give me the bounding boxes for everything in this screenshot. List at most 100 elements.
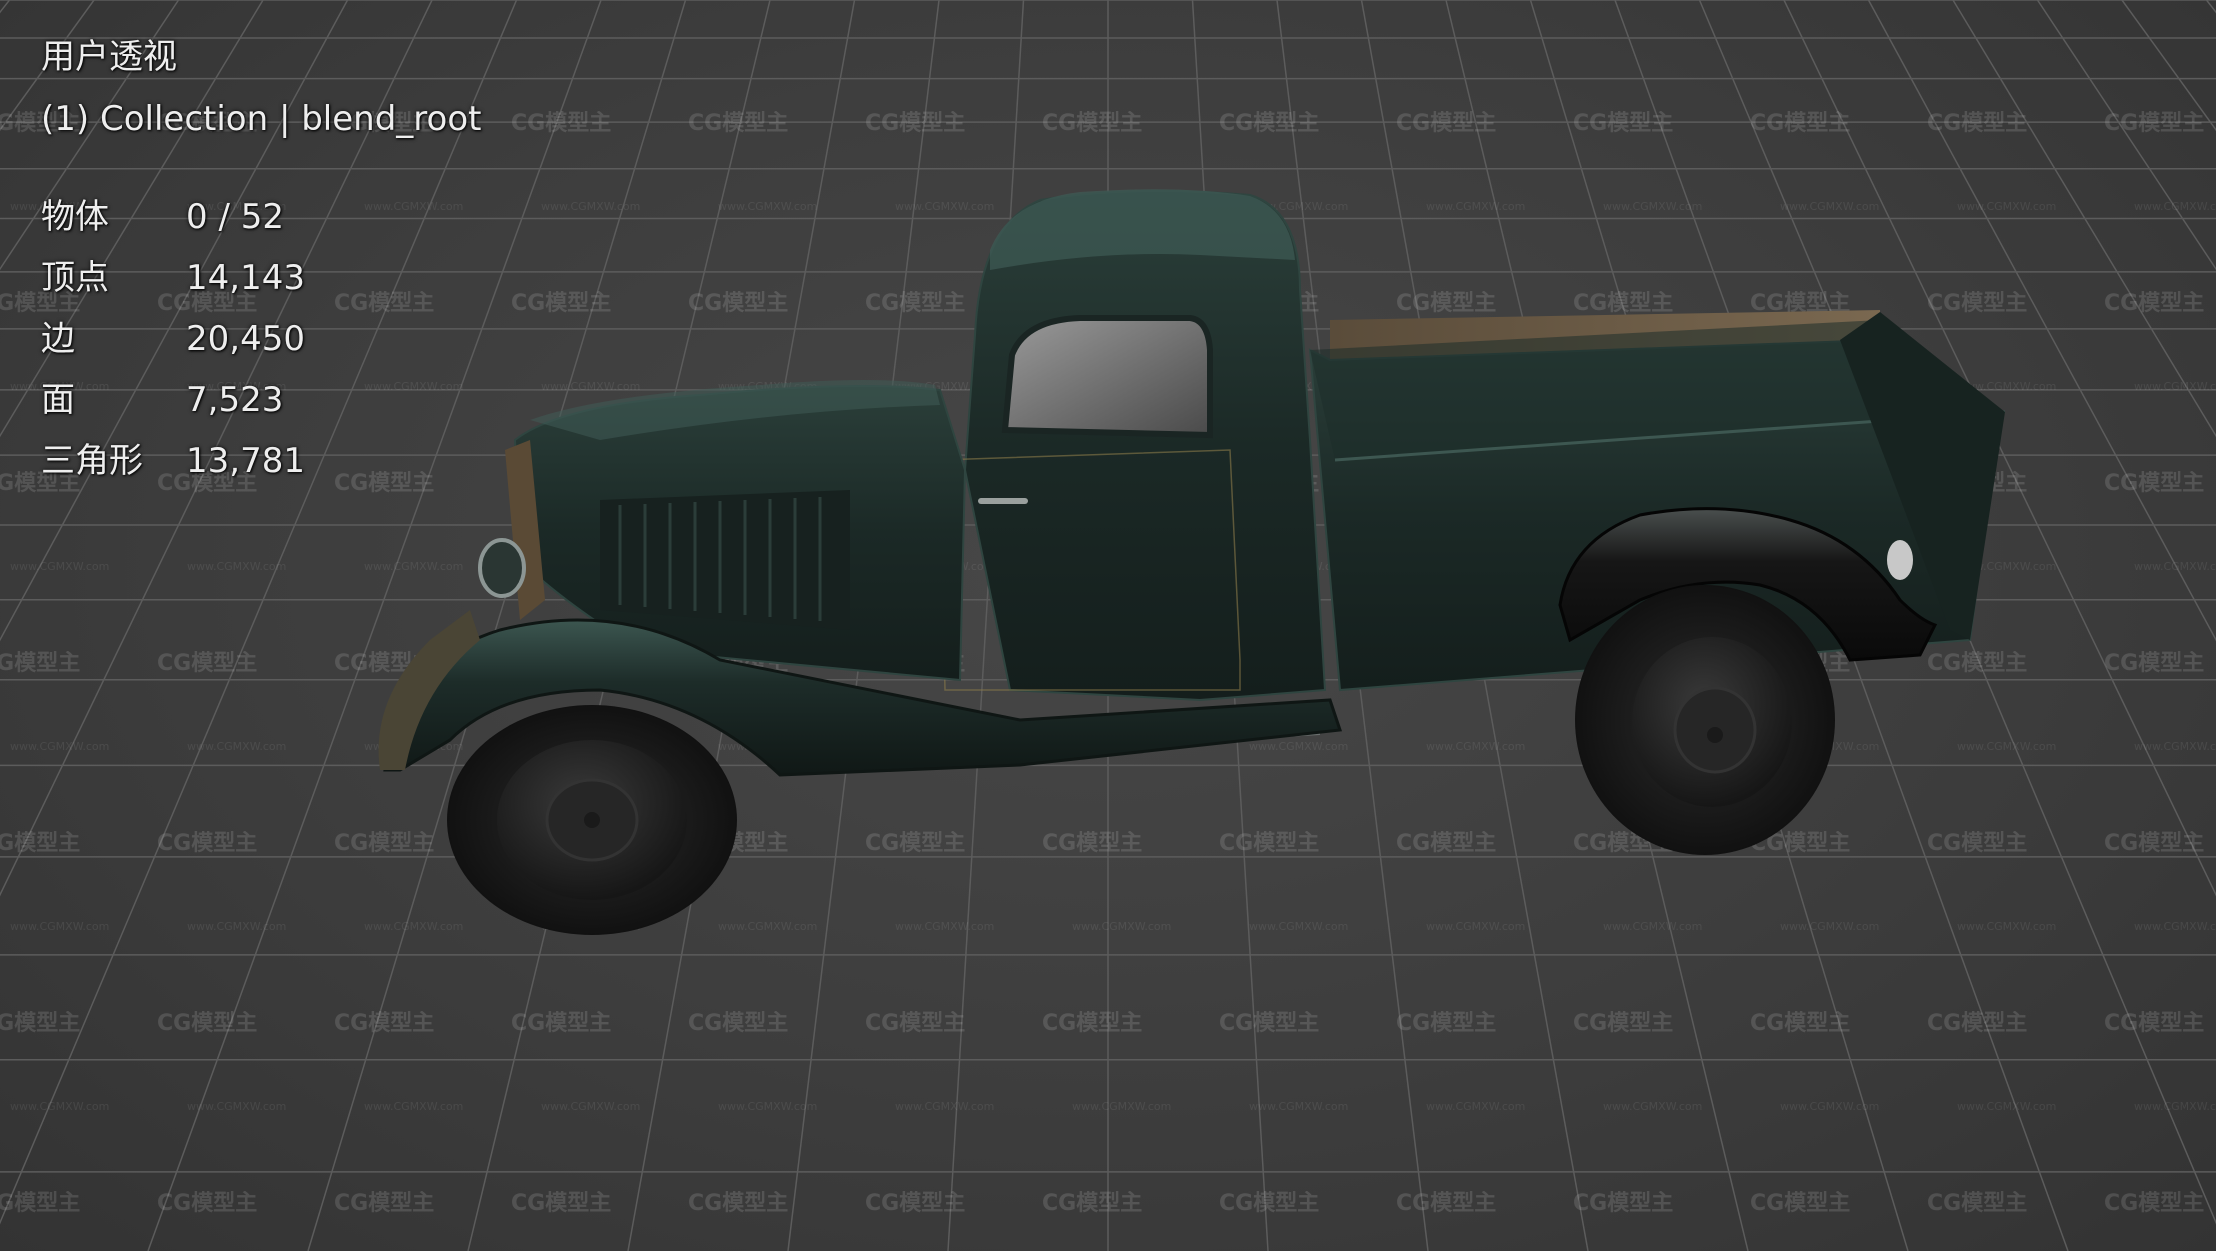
- svg-text:CG模型主: CG模型主: [688, 291, 788, 316]
- svg-text:www.CGMXW.com: www.CGMXW.com: [1249, 740, 1348, 753]
- svg-text:CG模型主: CG模型主: [865, 1011, 965, 1036]
- svg-text:www.CGMXW.com: www.CGMXW.com: [2134, 740, 2216, 753]
- svg-text:www.CGMXW.com: www.CGMXW.com: [718, 1100, 817, 1113]
- stat-value: 14,143: [186, 258, 305, 298]
- svg-text:CG模型主: CG模型主: [1927, 111, 2027, 136]
- svg-text:www.CGMXW.com: www.CGMXW.com: [1780, 920, 1879, 933]
- svg-text:www.CGMXW.com: www.CGMXW.com: [1957, 1100, 2056, 1113]
- svg-text:CG模型主: CG模型主: [0, 1191, 80, 1216]
- svg-text:www.CGMXW.com: www.CGMXW.com: [187, 1100, 286, 1113]
- svg-text:CG模型主: CG模型主: [1396, 111, 1496, 136]
- svg-text:CG模型主: CG模型主: [1573, 1191, 1673, 1216]
- svg-text:www.CGMXW.com: www.CGMXW.com: [718, 200, 817, 213]
- svg-text:CG模型主: CG模型主: [1396, 831, 1496, 856]
- svg-text:CG模型主: CG模型主: [1219, 1191, 1319, 1216]
- svg-text:www.CGMXW.com: www.CGMXW.com: [364, 560, 463, 573]
- svg-text:www.CGMXW.com: www.CGMXW.com: [895, 200, 994, 213]
- stat-label: 物体: [41, 197, 109, 237]
- svg-text:CG模型主: CG模型主: [1396, 291, 1496, 316]
- svg-text:www.CGMXW.com: www.CGMXW.com: [1780, 1100, 1879, 1113]
- svg-text:www.CGMXW.com: www.CGMXW.com: [1426, 1100, 1525, 1113]
- svg-text:CG模型主: CG模型主: [511, 1191, 611, 1216]
- svg-text:CG模型主: CG模型主: [1573, 111, 1673, 136]
- svg-text:www.CGMXW.com: www.CGMXW.com: [541, 380, 640, 393]
- svg-text:CG模型主: CG模型主: [157, 831, 257, 856]
- svg-text:www.CGMXW.com: www.CGMXW.com: [10, 740, 109, 753]
- svg-text:CG模型主: CG模型主: [511, 1011, 611, 1036]
- stat-label: 边: [41, 319, 75, 359]
- stat-value: 7,523: [186, 380, 284, 420]
- side-window: [1001, 315, 1213, 439]
- svg-text:www.CGMXW.com: www.CGMXW.com: [1072, 920, 1171, 933]
- svg-text:www.CGMXW.com: www.CGMXW.com: [10, 920, 109, 933]
- svg-text:www.CGMXW.com: www.CGMXW.com: [364, 1100, 463, 1113]
- svg-text:CG模型主: CG模型主: [0, 651, 80, 676]
- svg-text:www.CGMXW.com: www.CGMXW.com: [1957, 740, 2056, 753]
- svg-text:www.CGMXW.com: www.CGMXW.com: [364, 920, 463, 933]
- stat-value: 20,450: [186, 319, 305, 359]
- rear-wheel: [1575, 585, 1835, 855]
- hood-vents: [600, 490, 850, 630]
- svg-text:CG模型主: CG模型主: [334, 831, 434, 856]
- svg-text:www.CGMXW.com: www.CGMXW.com: [895, 1100, 994, 1113]
- svg-text:www.CGMXW.com: www.CGMXW.com: [1249, 920, 1348, 933]
- svg-text:CG模型主: CG模型主: [1219, 831, 1319, 856]
- svg-text:CG模型主: CG模型主: [2104, 1191, 2204, 1216]
- svg-text:CG模型主: CG模型主: [334, 471, 434, 496]
- svg-text:CG模型主: CG模型主: [1573, 291, 1673, 316]
- svg-text:CG模型主: CG模型主: [334, 1191, 434, 1216]
- svg-text:CG模型主: CG模型主: [1927, 1011, 2027, 1036]
- viewport-scene[interactable]: CG模型主 CG模型主 CG模型主 CG模型主 CG模型主 CG模型主 CG模型主 CG模型主…: [0, 0, 2216, 1251]
- svg-text:www.CGMXW.com: www.CGMXW.com: [1249, 1100, 1348, 1113]
- svg-text:www.CGMXW.com: www.CGMXW.com: [541, 200, 640, 213]
- svg-text:CG模型主: CG模型主: [688, 1191, 788, 1216]
- svg-text:www.CGMXW.com: www.CGMXW.com: [187, 740, 286, 753]
- front-wheel: [447, 705, 737, 935]
- svg-text:CG模型主: CG模型主: [2104, 831, 2204, 856]
- svg-text:CG模型主: CG模型主: [1927, 831, 2027, 856]
- svg-text:www.CGMXW.com: www.CGMXW.com: [2134, 200, 2216, 213]
- svg-text:CG模型主: CG模型主: [1042, 1011, 1142, 1036]
- svg-text:CG模型主: CG模型主: [0, 1011, 80, 1036]
- svg-text:www.CGMXW.com: www.CGMXW.com: [10, 1100, 109, 1113]
- svg-text:www.CGMXW.com: www.CGMXW.com: [364, 200, 463, 213]
- svg-text:CG模型主: CG模型主: [1750, 1011, 1850, 1036]
- svg-text:www.CGMXW.com: www.CGMXW.com: [187, 560, 286, 573]
- svg-text:www.CGMXW.com: www.CGMXW.com: [1426, 740, 1525, 753]
- svg-text:CG模型主: CG模型主: [1219, 1011, 1319, 1036]
- headlight: [478, 538, 526, 598]
- 3d-viewport[interactable]: CG模型主 CG模型主 CG模型主 CG模型主 CG模型主 CG模型主 CG模型主 CG模型主…: [0, 0, 2216, 1251]
- svg-text:CG模型主: CG模型主: [865, 831, 965, 856]
- svg-text:CG模型主: CG模型主: [2104, 651, 2204, 676]
- svg-text:CG模型主: CG模型主: [688, 111, 788, 136]
- collection-label: (1) Collection | blend_root: [41, 99, 482, 139]
- svg-text:CG模型主: CG模型主: [865, 291, 965, 316]
- svg-text:CG模型主: CG模型主: [334, 1011, 434, 1036]
- svg-text:www.CGMXW.com: www.CGMXW.com: [1603, 920, 1702, 933]
- svg-text:www.CGMXW.com: www.CGMXW.com: [1426, 920, 1525, 933]
- svg-text:CG模型主: CG模型主: [1042, 111, 1142, 136]
- svg-text:CG模型主: CG模型主: [2104, 291, 2204, 316]
- door-handle: [978, 498, 1028, 504]
- svg-text:CG模型主: CG模型主: [157, 1191, 257, 1216]
- svg-text:CG模型主: CG模型主: [865, 111, 965, 136]
- svg-text:CG模型主: CG模型主: [1750, 1191, 1850, 1216]
- stat-label: 三角形: [41, 441, 143, 481]
- svg-text:CG模型主: CG模型主: [511, 291, 611, 316]
- svg-text:www.CGMXW.com: www.CGMXW.com: [1957, 920, 2056, 933]
- svg-text:CG模型主: CG模型主: [1927, 651, 2027, 676]
- stat-value: 13,781: [186, 441, 305, 481]
- svg-text:CG模型主: CG模型主: [2104, 471, 2204, 496]
- svg-text:www.CGMXW.com: www.CGMXW.com: [541, 1100, 640, 1113]
- svg-text:www.CGMXW.com: www.CGMXW.com: [364, 380, 463, 393]
- svg-text:www.CGMXW.com: www.CGMXW.com: [1957, 200, 2056, 213]
- svg-text:CG模型主: CG模型主: [865, 1191, 965, 1216]
- svg-text:www.CGMXW.com: www.CGMXW.com: [718, 920, 817, 933]
- svg-text:CG模型主: CG模型主: [334, 291, 434, 316]
- svg-text:CG模型主: CG模型主: [1927, 1191, 2027, 1216]
- svg-text:CG模型主: CG模型主: [1573, 1011, 1673, 1036]
- svg-text:CG模型主: CG模型主: [1396, 1011, 1496, 1036]
- stat-value: 0 / 52: [186, 197, 284, 237]
- truck-cab: [963, 190, 1327, 702]
- svg-text:www.CGMXW.com: www.CGMXW.com: [2134, 1100, 2216, 1113]
